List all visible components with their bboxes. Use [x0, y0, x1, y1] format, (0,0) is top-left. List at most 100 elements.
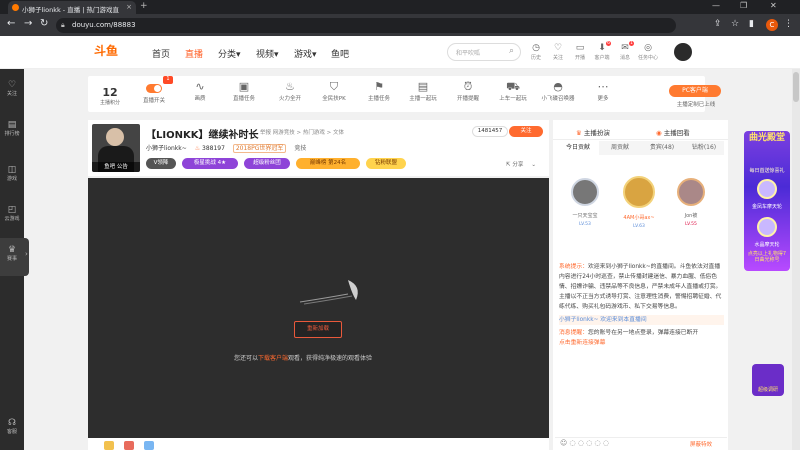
anchor-replay-tab[interactable]: ◉ 主播回看: [656, 127, 690, 137]
download-client-link[interactable]: 下载客户端: [258, 355, 288, 362]
tool-ufo[interactable]: ◓ 小飞碟召唤器: [540, 80, 576, 102]
reload-icon[interactable]: ↻: [40, 18, 48, 29]
nav-category[interactable]: 分类▾: [218, 47, 241, 60]
block-effects-toggle[interactable]: 屏蔽特效: [690, 440, 712, 448]
promo-banner[interactable]: 曲光殿堂 每日首送惊喜礼 金凤车摩天轮 水晶摩天轮 点亮以上礼物得7日曲光称号: [744, 131, 790, 271]
broadcast-button[interactable]: ▭ 开播: [569, 43, 591, 61]
messages-button[interactable]: ✉ 消息 1: [614, 41, 636, 61]
anchor-cosplay-tab[interactable]: ♛ 主播扮演: [576, 127, 610, 137]
streamer-avatar[interactable]: 鱼吧 公告: [92, 124, 140, 172]
douyu-logo[interactable]: 斗鱼: [94, 42, 134, 62]
tool-firepower[interactable]: ♨ 火力全开: [272, 80, 308, 102]
rank-item[interactable]: 一只天宝宝 LV.53: [568, 178, 602, 227]
tool-live-task[interactable]: ▣ 直播任务: [226, 80, 262, 102]
rank-avatar: [571, 178, 599, 206]
rank-item[interactable]: 4AM小哥ax~ LV.63: [622, 176, 656, 229]
gift-item[interactable]: [144, 441, 154, 450]
nav-live[interactable]: 直播: [185, 47, 203, 60]
bookmark-star-icon[interactable]: ☆: [731, 19, 739, 29]
tab-today[interactable]: 今日贡献: [557, 141, 599, 155]
forward-icon[interactable]: →: [24, 18, 32, 29]
tab-vip[interactable]: 贵宾(48): [641, 141, 683, 155]
survey-badge[interactable]: 超级调研: [752, 364, 784, 396]
tool-play-together[interactable]: ▤ 主播一起玩: [405, 80, 441, 102]
tool-live-switch[interactable]: 直播开关: [136, 96, 172, 104]
tool-more[interactable]: ⋯ 更多: [585, 80, 621, 102]
sidebar-item-events[interactable]: ♛ 赛事: [0, 245, 24, 262]
history-button[interactable]: ◷ 历史: [525, 43, 547, 61]
emoji-icon[interactable]: ☺ ◌ ◌ ◌ ◌ ◌: [560, 439, 609, 447]
pill-diamond[interactable]: 钻粉联盟: [366, 158, 406, 169]
nav-home[interactable]: 首页: [152, 47, 170, 60]
search-icon[interactable]: ⌕: [509, 46, 514, 56]
host-name[interactable]: 小狮子lionkk~: [146, 145, 187, 152]
new-tab-button[interactable]: +: [140, 1, 148, 11]
tool-reminder[interactable]: ⏰︎ 开播提醒: [450, 80, 486, 102]
gift-item[interactable]: [104, 441, 114, 450]
replay-icon: ◉: [656, 129, 664, 137]
close-window-icon[interactable]: ✕: [770, 1, 777, 10]
sidebar-item-cloud-game[interactable]: ◰ 云游戏: [0, 205, 24, 222]
tab-title: 小狮子lionkk - 直播 | 热门游戏直: [22, 6, 120, 14]
tab-close-icon[interactable]: ×: [126, 3, 132, 11]
honor-badge[interactable]: 2018PG世界冠军: [232, 144, 287, 153]
follow-button[interactable]: 关注: [509, 126, 543, 137]
tool-carpool[interactable]: ⛟ 上车一起玩: [495, 80, 531, 102]
share-icon[interactable]: ⇪: [714, 19, 722, 29]
nav-game[interactable]: 游戏▾: [294, 47, 317, 60]
url-input[interactable]: 🔒︎ douyu.com/88883: [56, 18, 676, 33]
shield-icon: ⛉: [329, 80, 339, 93]
chevron-down-icon[interactable]: ⌄: [531, 162, 536, 168]
anchor-level[interactable]: 12 主播积分: [92, 86, 128, 106]
minimize-icon[interactable]: —: [712, 1, 720, 10]
car-icon: ⛟: [506, 80, 520, 93]
sidebar-item-game[interactable]: ◫ 游戏: [0, 165, 24, 182]
tool-pk[interactable]: ⛉ 全民扶PK: [316, 80, 352, 102]
gift-item[interactable]: [124, 441, 134, 450]
page-scrollbar[interactable]: [792, 69, 800, 450]
clock-icon: ◷: [532, 43, 540, 53]
pill-v[interactable]: V领降: [146, 158, 176, 169]
sidebar-expand-icon[interactable]: ›: [25, 250, 28, 258]
nav-video[interactable]: 视频▾: [256, 47, 279, 60]
follow-header-button[interactable]: ♡ 关注: [547, 43, 569, 61]
pill-challenge[interactable]: 极星挑战 4★: [182, 158, 238, 169]
pc-client-button[interactable]: PC客户端: [669, 85, 721, 97]
back-icon[interactable]: ←: [7, 18, 15, 29]
task-center-button[interactable]: ◎ 任务中心: [637, 43, 659, 61]
maximize-icon[interactable]: ❐: [740, 1, 747, 10]
search-input[interactable]: 和平吹呱 ⌕: [447, 43, 521, 61]
game-icon: ◫: [7, 165, 17, 175]
browser-tab[interactable]: 小狮子lionkk - 直播 | 热门游戏直 ×: [8, 1, 136, 14]
rank-label[interactable]: 竞技: [294, 145, 306, 152]
tab-diamond[interactable]: 钻粉(16): [683, 141, 725, 155]
share-button[interactable]: ⇱ 分享 ⌄: [506, 160, 536, 168]
tool-quality[interactable]: ∿ 画质: [182, 80, 218, 102]
profile-avatar[interactable]: C: [766, 19, 778, 31]
message-badge: 1: [629, 41, 634, 46]
sidepanel-icon[interactable]: ▮: [749, 19, 754, 29]
cloud-game-icon: ◰: [7, 205, 17, 215]
user-avatar[interactable]: [674, 43, 692, 61]
tab-week[interactable]: 周贡献: [599, 141, 641, 155]
rank-item[interactable]: Jon被 LV.55: [674, 178, 708, 227]
client-download-button[interactable]: ⬇ 客户端 6: [591, 41, 613, 61]
menu-kebab-icon[interactable]: ⋮: [784, 19, 793, 29]
promo-title: 曲光殿堂: [748, 133, 785, 143]
tool-anchor-task[interactable]: ⚑ 主播任务: [361, 80, 397, 102]
live-toggle[interactable]: [146, 84, 162, 93]
gift-bar: [88, 438, 549, 450]
room-category[interactable]: 举报 网游竞技 > 热门游戏 > 文体: [260, 128, 344, 136]
pill-fan-club[interactable]: 超级粉丝团: [244, 158, 290, 169]
client-badge: 6: [606, 41, 611, 46]
pill-peak-rank[interactable]: 巅峰榜 第24名: [296, 158, 360, 169]
rank-avatar: [677, 178, 705, 206]
sidebar-item-ranking[interactable]: ▤ 排行榜: [0, 120, 24, 137]
page-scrollbar-thumb[interactable]: [793, 72, 799, 102]
reconnect-link[interactable]: 点击重新连接弹幕: [559, 340, 605, 346]
sidebar-item-support[interactable]: ☊ 客服: [0, 418, 24, 435]
nav-fishbar[interactable]: 鱼吧: [331, 47, 349, 60]
reload-video-button[interactable]: 重新加载: [294, 321, 342, 338]
loading-spinner-icon: [299, 280, 358, 305]
sidebar-item-follow[interactable]: ♡ 关注: [0, 80, 24, 97]
